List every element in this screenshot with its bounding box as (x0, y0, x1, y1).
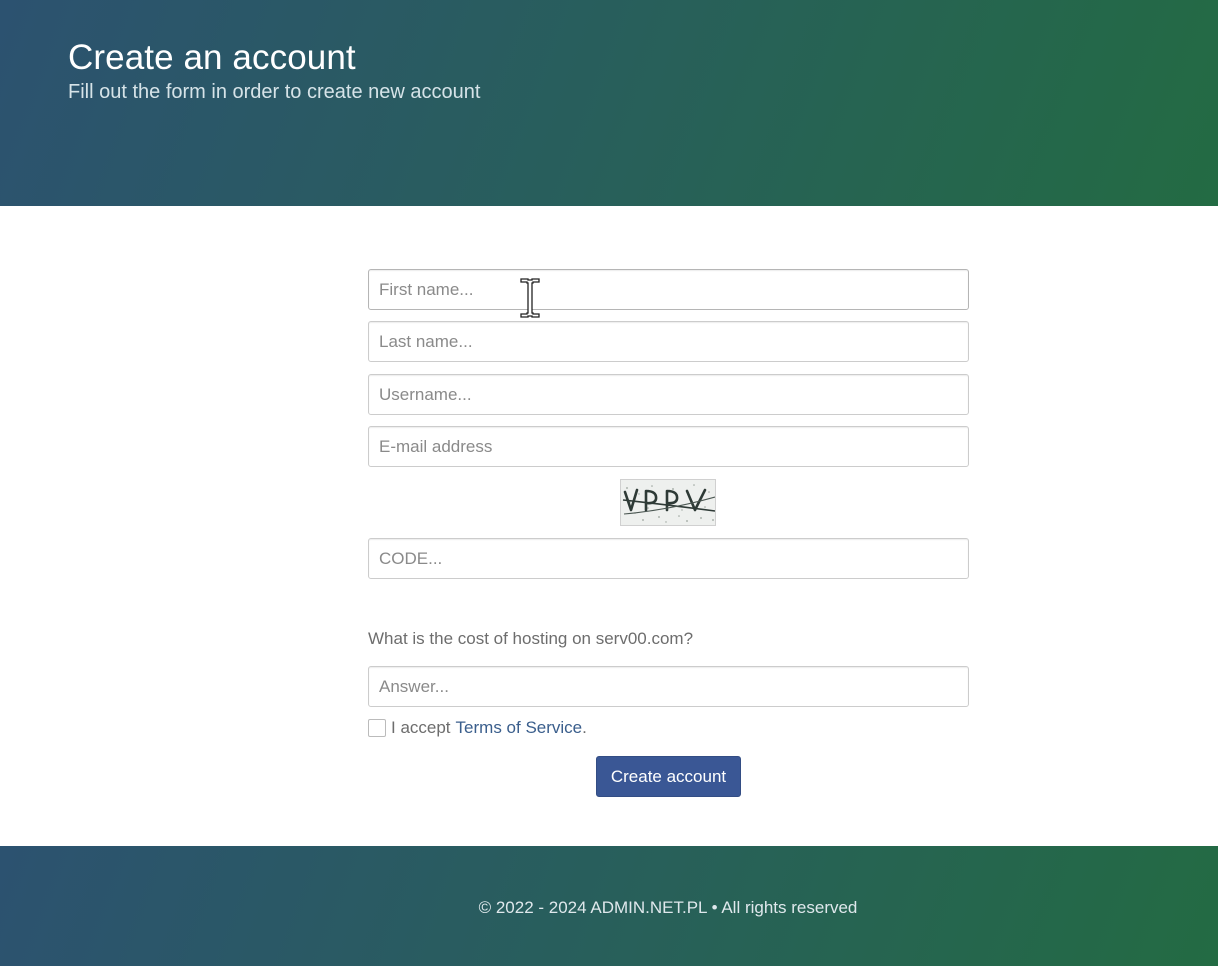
security-question: What is the cost of hosting on serv00.co… (368, 629, 694, 648)
captcha-code-input[interactable] (368, 538, 969, 579)
security-answer-input[interactable] (368, 666, 969, 707)
tos-row: I accept Terms of Service . (368, 717, 587, 739)
tos-link[interactable]: Terms of Service (456, 718, 583, 738)
tos-prefix: I accept (391, 718, 451, 737)
page-header: Create an account Fill out the form in o… (0, 0, 1218, 206)
tos-suffix: . (582, 718, 587, 737)
text-cursor-icon (520, 278, 540, 318)
page-subtitle: Fill out the form in order to create new… (68, 81, 481, 103)
captcha-image (620, 479, 716, 526)
create-account-button[interactable]: Create account (596, 756, 741, 797)
footer-copyright: © 2022 - 2024 ADMIN.NET.PL • All rights … (478, 898, 858, 917)
first-name-input[interactable] (368, 269, 969, 310)
page-title: Create an account (68, 38, 356, 77)
tos-checkbox[interactable] (368, 719, 386, 737)
page-footer: © 2022 - 2024 ADMIN.NET.PL • All rights … (0, 846, 1218, 966)
email-input[interactable] (368, 426, 969, 467)
last-name-input[interactable] (368, 321, 969, 362)
username-input[interactable] (368, 374, 969, 415)
